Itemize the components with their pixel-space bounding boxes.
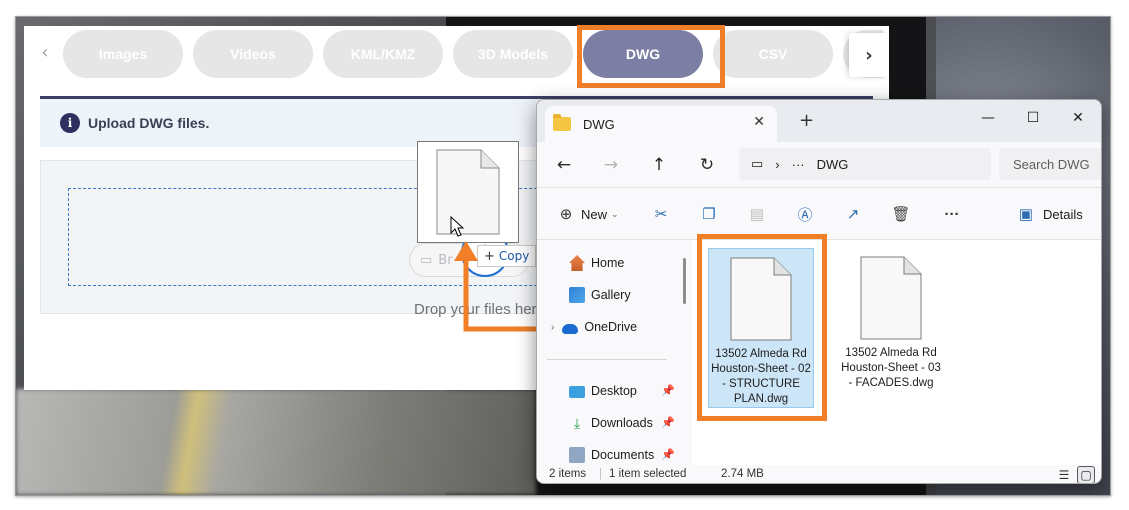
nav-label-home: Home [591, 256, 625, 270]
refresh-icon[interactable]: ↻ [696, 154, 718, 176]
tab-videos[interactable]: Videos [193, 30, 313, 78]
dwg-tab-highlight [577, 25, 725, 88]
info-icon: i [60, 113, 80, 133]
up-arrow-icon[interactable]: ↑ [648, 154, 670, 176]
trash-icon: 🗑 [891, 206, 911, 223]
share-icon: ↗ [846, 206, 860, 223]
cut-button[interactable]: ✂ [650, 203, 672, 225]
copy-icon: ❐ [702, 206, 716, 223]
tab-kml-kmz[interactable]: KML/KMZ [323, 30, 443, 78]
delete-button[interactable]: 🗑 [890, 203, 912, 225]
chevron-down-icon: ⌄ [611, 208, 619, 219]
desktop-icon [569, 386, 585, 398]
minimize-icon[interactable]: — [973, 106, 1003, 130]
tab-3d-models[interactable]: 3D Models [453, 30, 573, 78]
cursor-icon [450, 216, 465, 237]
tab-images[interactable]: Images [63, 30, 183, 78]
tab-csv[interactable]: CSV [713, 30, 833, 78]
navigation-pane: Home Gallery › OneDrive Desktop 📌 ⤓ Down… [537, 240, 692, 465]
path-overflow-icon[interactable]: ··· [792, 157, 805, 172]
explorer-address-bar: ← → ↑ ↻ ▭ › ··· DWG Search DWG [537, 142, 1101, 188]
maximize-icon[interactable]: ☐ [1018, 106, 1048, 130]
nav-label-gallery: Gallery [591, 288, 631, 302]
nav-label-documents: Documents [591, 448, 655, 462]
new-button[interactable]: ⊕ New ⌄ [555, 203, 619, 225]
ellipsis-icon: ··· [944, 205, 960, 223]
nav-item-onedrive[interactable]: › OneDrive [551, 316, 637, 338]
folder-icon [553, 114, 571, 131]
status-size: 2.74 MB [721, 468, 764, 480]
nav-item-home[interactable]: Home [569, 252, 624, 274]
status-selection: 1 item selected [609, 468, 687, 480]
nav-item-gallery[interactable]: Gallery [569, 284, 631, 306]
downloads-icon: ⤓ [573, 415, 581, 431]
nav-label-desktop: Desktop [591, 384, 637, 398]
paste-button[interactable]: ▤ [746, 203, 768, 225]
address-path[interactable]: ▭ › ··· DWG [739, 148, 991, 180]
rename-icon: Ⓐ [797, 206, 813, 224]
explorer-titlebar: DWG ✕ + — ☐ ✕ [537, 100, 1101, 142]
screenshot-stage: ‹ Images Videos KML/KMZ 3D Models DWG CS… [16, 17, 1110, 495]
back-arrow-icon[interactable]: ← [553, 154, 575, 176]
share-button[interactable]: ↗ [842, 203, 864, 225]
list-view-icon[interactable]: ☰ [1055, 466, 1073, 483]
monitor-icon: ▭ [751, 156, 764, 171]
gallery-icon [569, 287, 585, 303]
paste-icon: ▤ [749, 206, 765, 223]
background-blurred-region [16, 389, 536, 495]
explorer-toolbar: ⊕ New ⌄ ✂ ❐ ▤ Ⓐ ↗ 🗑 ··· ▣ Details [537, 188, 1101, 240]
new-label: New [581, 206, 608, 222]
nav-item-downloads[interactable]: ⤓ Downloads [569, 412, 653, 434]
nav-label-onedrive: OneDrive [584, 320, 638, 334]
nav-item-desktop[interactable]: Desktop [569, 380, 637, 402]
new-tab-icon[interactable]: + [799, 110, 814, 131]
more-options-button[interactable]: ··· [941, 203, 963, 225]
pin-icon: 📌 [661, 416, 675, 429]
path-current[interactable]: DWG [817, 157, 849, 172]
scissors-icon: ✂ [654, 206, 668, 223]
search-input[interactable]: Search DWG [999, 148, 1101, 180]
pin-icon: 📌 [661, 384, 675, 397]
details-button[interactable]: ▣ Details [1015, 203, 1083, 225]
close-window-icon[interactable]: ✕ [1063, 106, 1093, 130]
nav-separator [547, 359, 667, 360]
drag-ghost-file [417, 141, 519, 243]
dwg-file-icon [860, 256, 922, 340]
selected-file-highlight [697, 234, 827, 421]
details-label: Details [1043, 206, 1083, 222]
plus-circle-icon: ⊕ [559, 206, 573, 223]
status-bar: 2 items | 1 item selected 2.74 MB ☰ ▢ [537, 465, 1101, 483]
onedrive-icon [562, 324, 579, 334]
status-item-count: 2 items [549, 468, 587, 480]
file-item-facades[interactable]: 13502 Almeda Rd Houston-Sheet - 03 - FAC… [838, 248, 944, 408]
close-tab-icon[interactable]: ✕ [753, 114, 765, 130]
expand-chevron-icon[interactable]: › [551, 322, 554, 333]
status-separator: | [599, 468, 602, 480]
large-icons-view-icon[interactable]: ▢ [1077, 466, 1095, 483]
file-type-tabs: ‹ Images Videos KML/KMZ 3D Models DWG CS… [24, 25, 889, 88]
path-chevron-icon: › [775, 156, 780, 172]
pin-icon: 📌 [661, 448, 675, 461]
nav-scrollbar[interactable] [683, 258, 686, 304]
documents-icon [569, 447, 585, 463]
explorer-tab[interactable]: DWG ✕ [545, 106, 777, 142]
chevron-right-icon[interactable]: › [849, 33, 889, 77]
document-icon [436, 149, 500, 235]
rename-button[interactable]: Ⓐ [794, 203, 816, 225]
forward-arrow-icon[interactable]: → [600, 154, 622, 176]
explorer-tab-title: DWG [583, 116, 615, 132]
nav-item-documents[interactable]: Documents [569, 444, 654, 466]
nav-label-downloads: Downloads [591, 416, 653, 430]
chevron-left-icon[interactable]: ‹ [36, 44, 54, 62]
details-pane-icon: ▣ [1018, 206, 1034, 223]
home-icon [569, 255, 585, 271]
file-name: 13502 Almeda Rd Houston-Sheet - 03 - FAC… [841, 347, 941, 389]
folder-icon: ▭ [420, 252, 433, 268]
info-text: Upload DWG files. [88, 115, 210, 131]
copy-button[interactable]: ❐ [698, 203, 720, 225]
file-explorer-window: DWG ✕ + — ☐ ✕ ← → ↑ ↻ ▭ › ··· DWG Search… [536, 99, 1102, 484]
